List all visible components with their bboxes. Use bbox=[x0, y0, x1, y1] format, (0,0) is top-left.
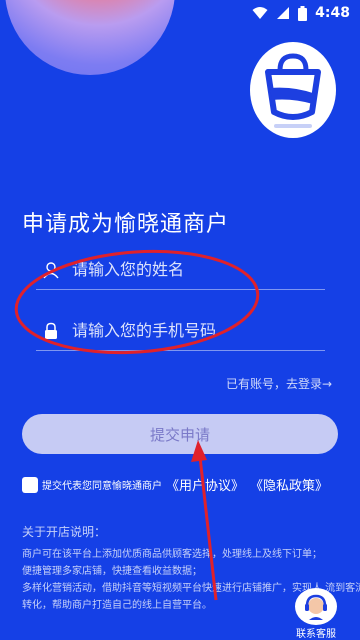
decorative-blob bbox=[5, 0, 175, 75]
notes-line: 便捷管理多家店铺，快捷查看收益数据； bbox=[22, 566, 202, 577]
user-icon bbox=[43, 261, 59, 278]
agreement-row: 提交代表您同意愉晓通商户 《用户协议》 《隐私政策》 bbox=[22, 475, 334, 494]
privacy-policy-link[interactable]: 《隐私政策》 bbox=[250, 475, 328, 494]
notes-heading: 关于开店说明： bbox=[22, 525, 107, 539]
phone-field[interactable] bbox=[36, 311, 325, 351]
notes-line: 商户可在该平台上添加优质商品供顾客选择，处理线上及线下订单； bbox=[22, 549, 322, 560]
service-label: 联系客服 bbox=[296, 629, 336, 640]
agreement-prefix: 提交代表您同意愉晓通商户 bbox=[42, 481, 162, 492]
page-title: 申请成为愉晓通商户 bbox=[22, 212, 230, 237]
name-field[interactable] bbox=[36, 250, 325, 290]
submit-button[interactable]: 提交申请 bbox=[22, 414, 338, 454]
signal-icon bbox=[277, 7, 290, 19]
status-time: 4:48 bbox=[315, 5, 350, 21]
agree-checkbox[interactable] bbox=[22, 476, 38, 493]
battery-icon bbox=[298, 5, 308, 21]
status-bar: 4:48 bbox=[252, 4, 350, 22]
name-input[interactable] bbox=[72, 260, 325, 279]
phone-input[interactable] bbox=[72, 321, 325, 340]
login-link[interactable]: 已有账号，去登录→ bbox=[226, 375, 332, 392]
service-avatar bbox=[295, 588, 337, 625]
customer-service-button[interactable]: 联系客服 bbox=[293, 588, 339, 640]
shopping-bag-logo bbox=[250, 42, 336, 138]
lock-icon bbox=[45, 322, 57, 339]
wifi-icon bbox=[252, 7, 268, 19]
merchant-apply-page: 4:48 申请成为愉晓通商户 已有账号，去登录→ 提交申请 提交代表您同意愉晓通… bbox=[0, 0, 360, 640]
user-agreement-link[interactable]: 《用户协议》 bbox=[166, 475, 244, 494]
headset-icon bbox=[305, 594, 327, 620]
shopping-bag-icon bbox=[265, 53, 321, 128]
